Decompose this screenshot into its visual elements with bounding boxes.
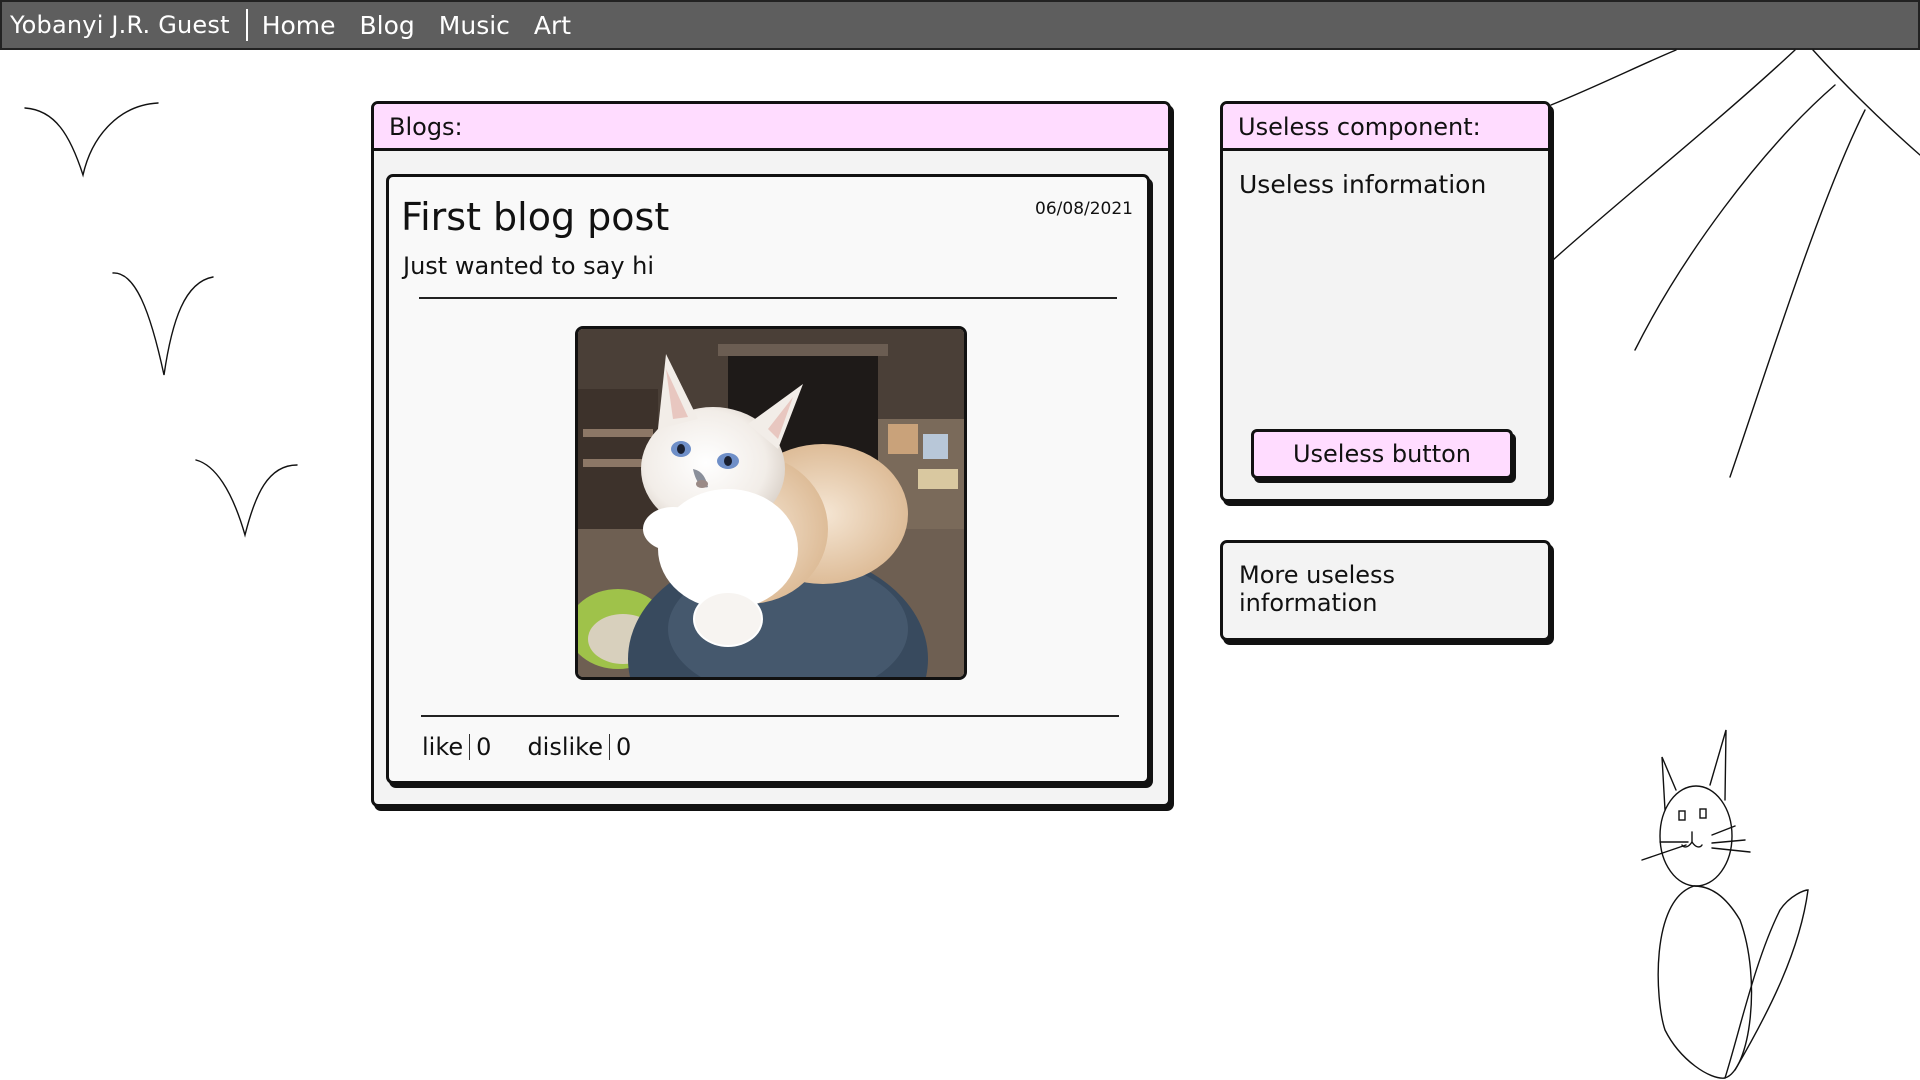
- more-info-card: More useless information: [1220, 540, 1551, 641]
- reactions-bar: like 0 dislike 0: [422, 733, 667, 761]
- post-date: 06/08/2021: [1035, 199, 1133, 219]
- useless-button[interactable]: Useless button: [1251, 429, 1513, 479]
- bird-doodle-1: [24, 102, 159, 178]
- dislike-count: 0: [616, 733, 632, 761]
- post-title: First blog post: [401, 195, 670, 239]
- useless-component-header: Useless component:: [1223, 104, 1548, 151]
- reaction-separator: [469, 734, 471, 760]
- more-useless-information: More useless information: [1239, 561, 1396, 617]
- useless-information: Useless information: [1239, 170, 1487, 199]
- cat-doodle: [1641, 729, 1809, 1079]
- divider: [419, 297, 1117, 299]
- kitten-photo-icon: [578, 329, 964, 677]
- useless-component-card: Useless component: Useless information U…: [1220, 101, 1551, 502]
- blogs-card: Blogs: First blog post 06/08/2021 Just w…: [371, 101, 1171, 807]
- post-subtitle: Just wanted to say hi: [403, 252, 655, 280]
- like-count: 0: [476, 733, 492, 761]
- like-button[interactable]: like: [422, 733, 463, 761]
- sun-rays-doodle: [1550, 49, 1920, 478]
- bird-doodle-2: [112, 272, 214, 376]
- dislike-button[interactable]: dislike: [527, 733, 603, 761]
- bird-doodle-3: [195, 459, 298, 538]
- kitten-photo: [575, 326, 967, 680]
- reaction-separator: [609, 734, 610, 760]
- blog-post-card: First blog post 06/08/2021 Just wanted t…: [386, 174, 1150, 784]
- divider: [421, 715, 1119, 717]
- blogs-header: Blogs:: [374, 104, 1168, 151]
